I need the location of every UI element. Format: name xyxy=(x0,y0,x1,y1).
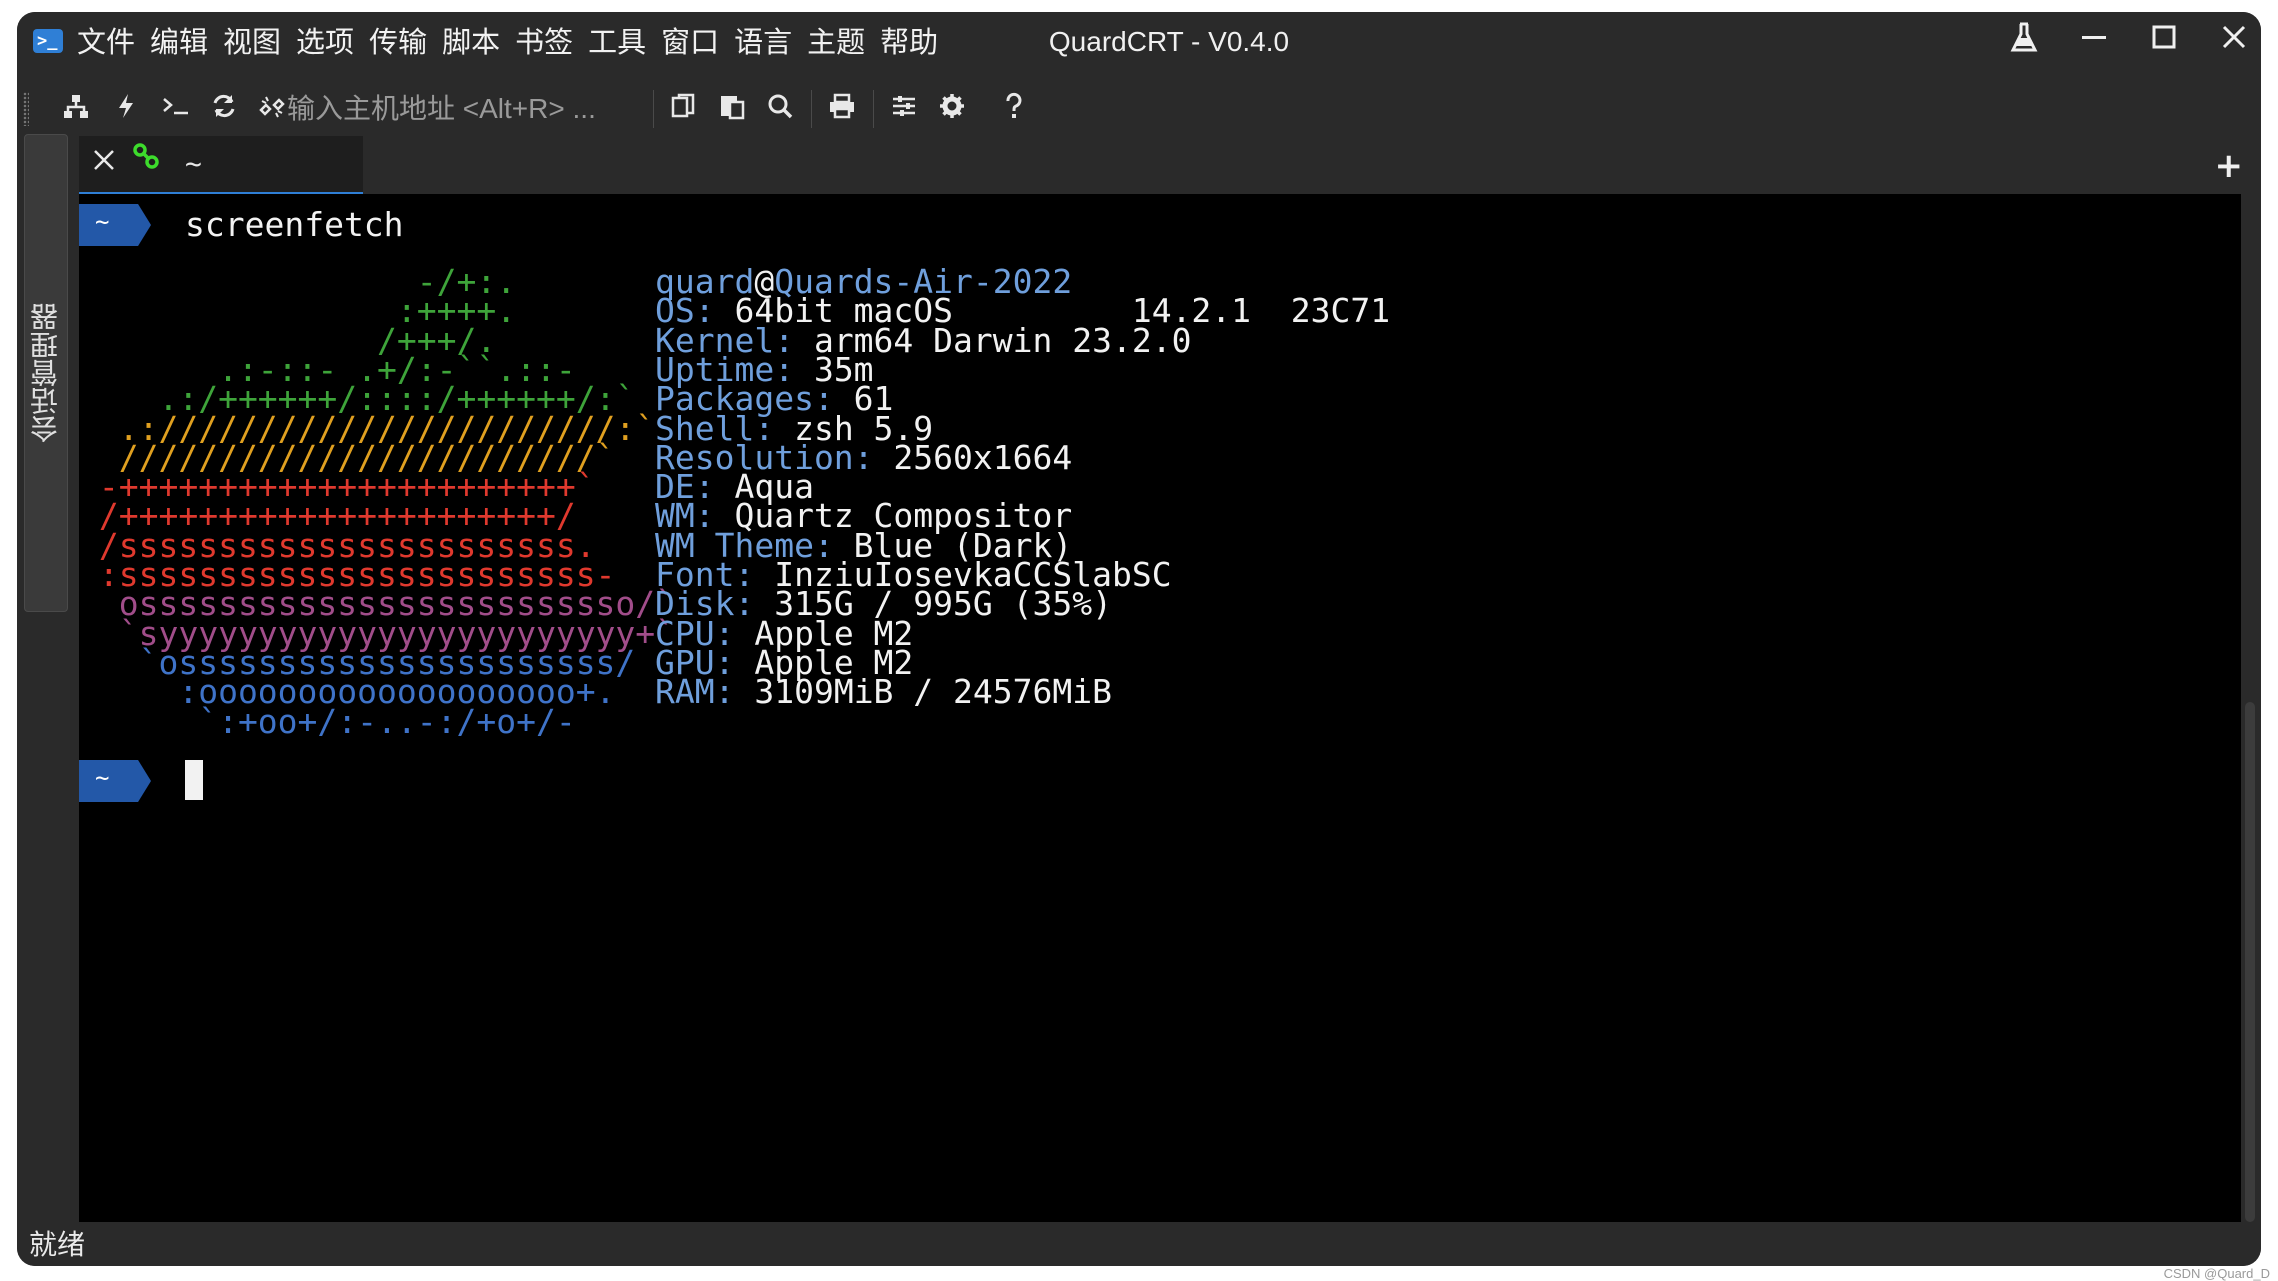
ascii-art-line: `:+oo+/:-..-:/+o+/- xyxy=(79,701,576,741)
tab-label: ~ xyxy=(185,147,202,180)
watermark: CSDN @Quard_D xyxy=(2163,1266,2270,1281)
menu-item[interactable]: 帮助 xyxy=(880,12,938,72)
host-address-input[interactable] xyxy=(285,86,649,132)
tab-bar: ~ + xyxy=(79,136,2261,196)
toolbar-grip[interactable] xyxy=(23,92,29,126)
new-tab-button[interactable]: + xyxy=(2215,146,2244,186)
terminal-scrollbar[interactable] xyxy=(2245,702,2255,1222)
find-icon[interactable] xyxy=(763,92,797,126)
menu-item[interactable]: 窗口 xyxy=(661,12,719,72)
settings-icon[interactable] xyxy=(935,92,969,126)
copy-icon[interactable] xyxy=(667,92,701,126)
session-manager-tab[interactable]: 会话管理器 xyxy=(24,134,68,612)
menu-bar: 文件 编辑 视图 选项 传输 脚本 书签 工具 窗口 语言 主题 帮助 xyxy=(77,12,953,72)
menu-item[interactable]: 书签 xyxy=(515,12,573,72)
menu-item[interactable]: 视图 xyxy=(223,12,281,72)
help-icon[interactable] xyxy=(997,92,1031,126)
menu-item[interactable]: 工具 xyxy=(588,12,646,72)
connect-icon[interactable] xyxy=(59,92,93,126)
menu-item[interactable]: 文件 xyxy=(77,12,135,72)
connected-link-icon xyxy=(131,142,161,176)
tab-close-icon[interactable] xyxy=(87,146,121,182)
title-bar: >_ 文件 编辑 视图 选项 传输 脚本 书签 工具 窗口 语言 主题 帮助 QuardCRT - V… xyxy=(17,12,2261,72)
app-window: >_ 文件 编辑 视图 选项 传输 脚本 书签 工具 窗口 语言 主题 帮助 QuardCRT - V… xyxy=(17,12,2261,1266)
info-line: RAM: 3109MiB / 24576MiB xyxy=(655,672,1112,712)
info-value: 2560x1664 xyxy=(873,437,1073,477)
paste-icon[interactable] xyxy=(715,92,749,126)
close-window-button[interactable] xyxy=(2214,22,2254,62)
session-manager-label: 会话管理器 xyxy=(29,303,62,443)
prompt-indicator: ~ xyxy=(79,204,151,246)
command-text: screenfetch xyxy=(185,205,404,244)
quick-connect-icon[interactable] xyxy=(109,92,143,126)
info-value: 3109MiB / 24576MiB xyxy=(734,672,1112,712)
print-icon[interactable] xyxy=(825,92,859,126)
session-options-icon[interactable] xyxy=(887,92,921,126)
minimize-button[interactable] xyxy=(2074,22,2114,62)
toolbar-separator xyxy=(811,90,812,128)
status-bar: 就绪 xyxy=(17,1224,2261,1266)
terminal-area[interactable]: ~ screenfetch -/+:. :++++. /+++/. .:-::-… xyxy=(79,194,2241,1222)
flask-icon[interactable] xyxy=(2004,22,2044,62)
menu-item[interactable]: 主题 xyxy=(807,12,865,72)
disconnect-icon[interactable] xyxy=(255,92,289,126)
tab-session[interactable]: ~ xyxy=(79,136,363,196)
toolbar-separator xyxy=(653,90,654,128)
app-terminal-icon: >_ xyxy=(33,29,63,53)
toolbar xyxy=(17,72,2261,144)
maximize-button[interactable] xyxy=(2144,22,2184,62)
toolbar-separator xyxy=(873,90,874,128)
terminal-icon[interactable] xyxy=(159,92,193,126)
menu-item[interactable]: 传输 xyxy=(369,12,427,72)
info-key: RAM: xyxy=(655,672,735,712)
reconnect-icon[interactable] xyxy=(207,92,241,126)
menu-item[interactable]: 语言 xyxy=(734,12,792,72)
menu-item[interactable]: 脚本 xyxy=(442,12,500,72)
menu-item[interactable]: 编辑 xyxy=(150,12,208,72)
status-text: 就绪 xyxy=(29,1228,86,1261)
menu-item[interactable]: 选项 xyxy=(296,12,354,72)
text-cursor xyxy=(185,760,203,800)
prompt-indicator: ~ xyxy=(79,760,151,802)
